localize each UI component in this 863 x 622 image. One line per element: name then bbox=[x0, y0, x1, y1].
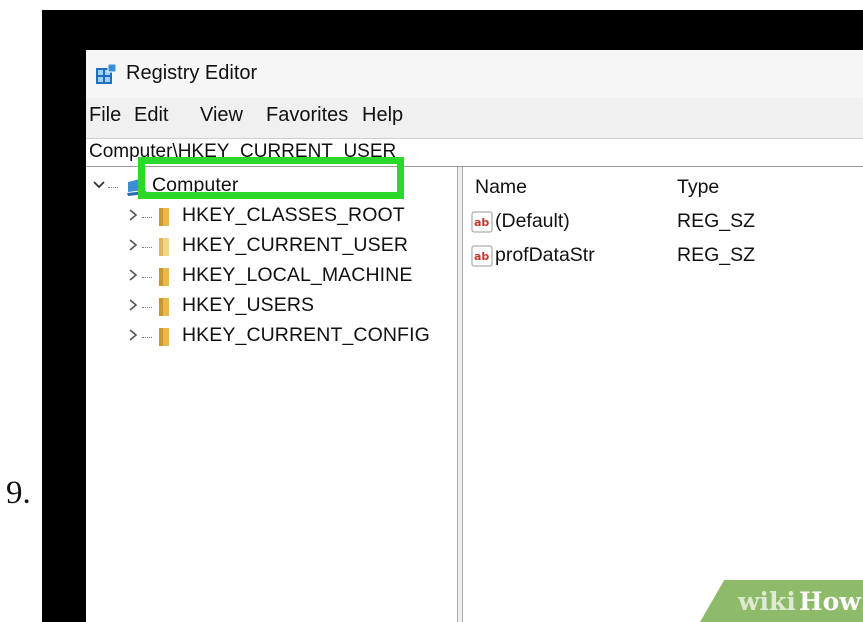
registry-editor-icon bbox=[96, 63, 117, 84]
tree-item-hkey-users[interactable]: HKEY_USERS bbox=[86, 293, 446, 321]
menu-file[interactable]: File bbox=[89, 104, 121, 127]
tree-connector bbox=[142, 247, 152, 250]
value-type: REG_SZ bbox=[677, 244, 756, 266]
folder-icon bbox=[159, 208, 169, 226]
tree-item-label: HKEY_CLASSES_ROOT bbox=[182, 204, 405, 226]
string-value-icon: ab bbox=[471, 211, 493, 233]
registry-editor-window: Registry Editor File Edit View Favorites… bbox=[86, 50, 863, 622]
watermark-how: How bbox=[799, 587, 861, 616]
tree-item-hkey-current-user[interactable]: HKEY_CURRENT_USER bbox=[86, 233, 446, 261]
tree-item-label: HKEY_USERS bbox=[182, 294, 315, 316]
folder-icon bbox=[159, 328, 169, 346]
window-title: Registry Editor bbox=[126, 62, 258, 84]
watermark-wiki: wiki bbox=[738, 587, 796, 616]
step-number: 9. bbox=[6, 475, 31, 511]
value-name: (Default) bbox=[495, 210, 570, 232]
tree-item-label: HKEY_LOCAL_MACHINE bbox=[182, 264, 413, 286]
title-bar[interactable]: Registry Editor bbox=[86, 50, 863, 98]
chevron-right-icon[interactable] bbox=[126, 297, 140, 313]
chevron-right-icon[interactable] bbox=[126, 327, 140, 343]
folder-icon bbox=[159, 238, 169, 256]
tree-connector bbox=[142, 307, 152, 310]
value-name: profDataStr bbox=[495, 244, 595, 266]
value-row[interactable]: ab (Default) REG_SZ bbox=[471, 209, 851, 237]
value-type: REG_SZ bbox=[677, 210, 756, 232]
chevron-down-icon[interactable] bbox=[92, 177, 106, 193]
chevron-right-icon[interactable] bbox=[126, 237, 140, 253]
values-pane[interactable]: Name Type ab (Default) REG_SZ ab profDat… bbox=[463, 167, 863, 622]
menu-favorites[interactable]: Favorites bbox=[266, 104, 348, 127]
chevron-right-icon[interactable] bbox=[126, 207, 140, 223]
tree-connector bbox=[142, 217, 152, 220]
tree-connector bbox=[108, 187, 118, 190]
menu-edit[interactable]: Edit bbox=[134, 104, 168, 127]
menu-bar: File Edit View Favorites Help bbox=[86, 104, 863, 132]
tree-item-hkey-classes-root[interactable]: HKEY_CLASSES_ROOT bbox=[86, 203, 446, 231]
svg-text:ab: ab bbox=[474, 250, 489, 263]
tree-item-label: HKEY_CURRENT_CONFIG bbox=[182, 324, 430, 346]
key-tree-pane[interactable]: Computer HKEY_CLASSES_ROOT HKEY_CURRENT_… bbox=[86, 167, 457, 622]
tree-item-label: HKEY_CURRENT_USER bbox=[182, 234, 408, 256]
svg-text:ab: ab bbox=[474, 216, 489, 229]
string-value-icon: ab bbox=[471, 245, 493, 267]
tree-connector bbox=[142, 337, 152, 340]
folder-icon bbox=[159, 298, 169, 316]
tree-connector bbox=[142, 277, 152, 280]
tree-item-hkey-current-config[interactable]: HKEY_CURRENT_CONFIG bbox=[86, 323, 446, 351]
folder-icon bbox=[159, 268, 169, 286]
menu-view[interactable]: View bbox=[200, 104, 243, 127]
menu-help[interactable]: Help bbox=[362, 104, 403, 127]
annotation-highlight-box bbox=[138, 157, 404, 199]
value-row[interactable]: ab profDataStr REG_SZ bbox=[471, 243, 851, 271]
column-header-name[interactable]: Name bbox=[475, 176, 527, 199]
chevron-right-icon[interactable] bbox=[126, 267, 140, 283]
column-header-type[interactable]: Type bbox=[677, 176, 719, 199]
tree-item-hkey-local-machine[interactable]: HKEY_LOCAL_MACHINE bbox=[86, 263, 446, 291]
